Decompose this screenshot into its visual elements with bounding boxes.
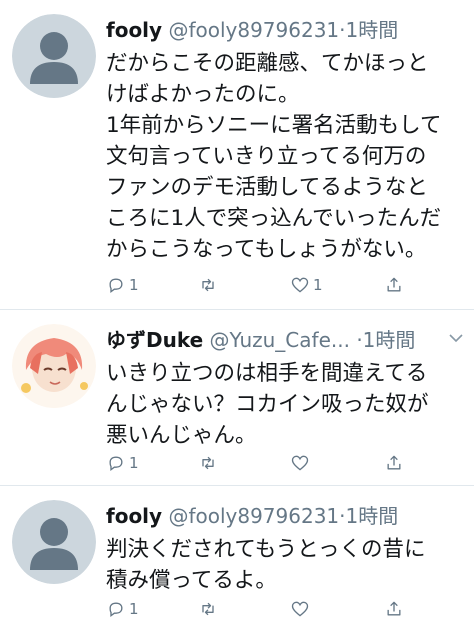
retweet-icon <box>202 602 214 616</box>
tweet-text-line: だからこその距離感、てかほっと <box>106 51 429 76</box>
action-bar: 1 1 <box>106 273 466 297</box>
author-handle[interactable]: @fooly89796231 <box>168 18 339 42</box>
share-button[interactable] <box>384 451 404 475</box>
share-icon <box>387 277 401 292</box>
avatar[interactable] <box>12 324 96 408</box>
tweet-text-line: けばよかったのに。 <box>106 82 300 107</box>
anime-avatar-icon <box>12 324 96 408</box>
author-name[interactable]: fooly <box>106 18 162 42</box>
tweet-text-line: 悪いんじゃん。 <box>106 423 257 448</box>
tweet-1[interactable]: fooly @fooly89796231·1時間 だからこその距離感、てかほっと… <box>0 0 474 310</box>
retweet-button[interactable] <box>198 597 221 621</box>
action-bar: 1 <box>106 597 466 621</box>
timestamp[interactable]: ·1時間 <box>356 328 415 352</box>
reply-button[interactable]: 1 <box>106 451 139 475</box>
tweet-header: fooly @fooly89796231·1時間 <box>106 14 466 46</box>
tweet-text: いきり立つのは相手を間違えてる んじゃない？コカイン吸った奴が 悪いんじゃん。 <box>106 358 466 451</box>
reply-count: 1 <box>129 276 139 294</box>
share-icon <box>387 601 401 616</box>
share-button[interactable] <box>384 273 404 297</box>
chevron-down-icon[interactable] <box>446 328 466 348</box>
like-count: 1 <box>313 276 323 294</box>
share-button[interactable] <box>384 597 404 621</box>
like-icon <box>291 277 309 293</box>
reply-icon <box>109 278 123 293</box>
tweet-text-line: 文句言っていきり立ってる何万の <box>106 144 427 169</box>
default-avatar-icon <box>12 14 96 98</box>
reply-count: 1 <box>129 454 139 472</box>
tweet-text-line: いきり立つのは相手を間違えてる <box>106 361 428 386</box>
avatar[interactable] <box>12 500 96 584</box>
default-avatar-icon <box>12 500 96 584</box>
reply-icon <box>109 456 123 471</box>
author-handle[interactable]: @fooly89796231 <box>168 504 339 528</box>
like-button[interactable]: 1 <box>290 273 323 297</box>
reply-count: 1 <box>129 600 139 618</box>
share-icon <box>387 455 401 470</box>
author-name[interactable]: ゆずDuke <box>106 328 203 352</box>
tweet-text-line: 積み償ってるよ。 <box>106 568 277 593</box>
tweet-text-line: ファンのデモ活動してるようなと <box>106 175 428 200</box>
timestamp[interactable]: ·1時間 <box>339 18 398 42</box>
like-button[interactable] <box>290 451 313 475</box>
retweet-button[interactable] <box>198 451 221 475</box>
like-icon <box>291 601 309 617</box>
tweet-text-line: 1年前からソニーに署名活動もして <box>106 113 442 138</box>
reply-icon <box>109 602 123 617</box>
author-name[interactable]: fooly <box>106 504 162 528</box>
tweet-2[interactable]: ゆずDuke @Yuzu_Cafe... ·1時間 いきり立つのは相手を間違えて… <box>0 310 474 486</box>
tweet-3[interactable]: fooly @fooly89796231·1時間 判決くだされてもうとっくの昔に… <box>0 486 474 628</box>
retweet-button[interactable] <box>198 273 221 297</box>
tweet-text: 判決くだされてもうとっくの昔に 積み償ってるよ。 <box>106 534 466 596</box>
tweet-text: だからこその距離感、てかほっと けばよかったのに。 1年前からソニーに署名活動も… <box>106 48 466 265</box>
like-button[interactable] <box>290 597 313 621</box>
reply-button[interactable]: 1 <box>106 597 139 621</box>
tweet-text-line: ころに1人で突っ込んでいったんだ <box>106 206 442 231</box>
avatar[interactable] <box>12 14 96 98</box>
tweet-text-line: んじゃない？コカイン吸った奴が <box>106 392 429 417</box>
author-handle[interactable]: @Yuzu_Cafe... <box>210 328 350 352</box>
reply-button[interactable]: 1 <box>106 273 139 297</box>
tweet-header: fooly @fooly89796231·1時間 <box>106 500 466 532</box>
tweet-text-line: 判決くだされてもうとっくの昔に <box>106 537 426 562</box>
action-bar: 1 <box>106 451 466 475</box>
tweet-header: ゆずDuke @Yuzu_Cafe... ·1時間 <box>106 324 466 356</box>
timestamp[interactable]: ·1時間 <box>339 504 398 528</box>
like-icon <box>291 455 309 471</box>
retweet-icon <box>202 278 214 292</box>
tweet-text-line: からこうなってもしょうがない。 <box>106 237 427 262</box>
retweet-icon <box>202 456 214 470</box>
